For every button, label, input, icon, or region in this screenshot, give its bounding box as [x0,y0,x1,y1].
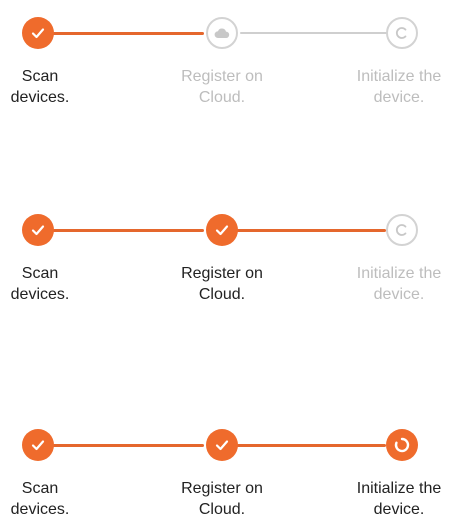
step-initialize-c-icon [386,214,418,246]
step-initialize-c-icon [386,17,418,49]
step-scan-check-icon [22,429,54,461]
step-register-label: Register on Cloud. [181,480,263,518]
step-scan-label: Scan devices. [10,265,70,303]
step-scan-label: Scan devices. [10,68,70,106]
step-register-check-icon [206,429,238,461]
connector-completed [38,229,204,232]
connector-completed [236,444,386,447]
step-initialize-spinner-icon [386,429,418,461]
progress-stepper-1: Scan devices. Register on Cloud. Initial… [0,8,452,118]
step-scan-check-icon [22,17,54,49]
step-initialize-label: Initialize the device. [356,265,442,303]
progress-stepper-3: Scan devices. Register on Cloud. Initial… [0,420,452,530]
step-register-check-icon [206,214,238,246]
step-scan-check-icon [22,214,54,246]
step-scan-label: Scan devices. [10,480,70,518]
connector-completed [38,32,204,35]
connector-pending [240,32,388,34]
step-initialize-label: Initialize the device. [356,480,442,518]
progress-stepper-2: Scan devices. Register on Cloud. Initial… [0,205,452,315]
step-initialize-label: Initialize the device. [356,68,442,106]
connector-completed [38,444,204,447]
step-register-cloud-icon [206,17,238,49]
step-register-label: Register on Cloud. [181,68,263,106]
connector-completed [236,229,386,232]
step-register-label: Register on Cloud. [181,265,263,303]
